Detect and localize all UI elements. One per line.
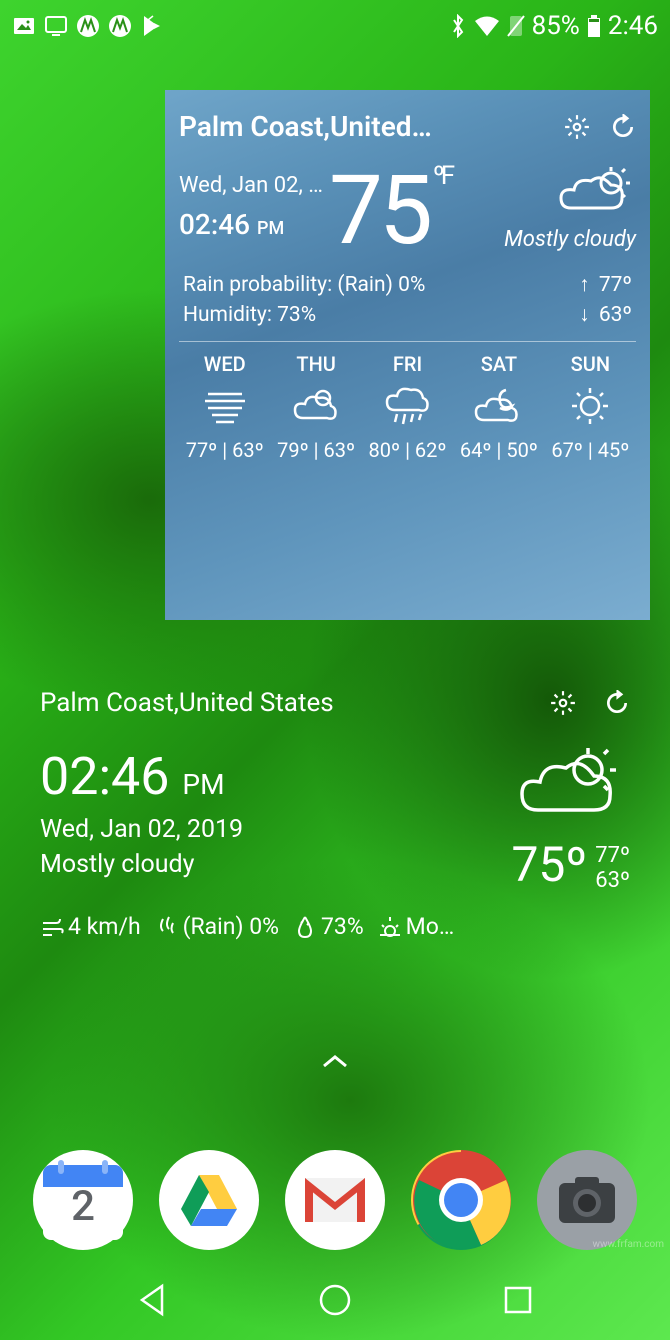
motorola-icon: [76, 14, 100, 38]
forecast-day[interactable]: FRI 80º | 62º: [362, 352, 453, 462]
camera-app[interactable]: [537, 1150, 637, 1250]
svg-text:2: 2: [71, 1182, 95, 1231]
no-sim-icon: [506, 14, 526, 38]
dock: 2: [0, 1150, 670, 1250]
low-temp: ↓ 63º: [579, 303, 632, 327]
fog-icon: [200, 384, 250, 428]
mostly-cloudy-icon: [556, 163, 636, 223]
back-button[interactable]: [134, 1282, 170, 1318]
forecast-day[interactable]: WED 77º | 63º: [179, 352, 270, 462]
sun-stat: Mo…: [378, 913, 455, 940]
location-title: Palm Coast,United…: [179, 110, 432, 143]
high-temp: 77º: [595, 843, 630, 868]
cast-icon: [44, 14, 68, 38]
wind-stat: 4 km/h: [40, 913, 141, 940]
condition-text: Mostly cloudy: [40, 850, 243, 879]
motorola-icon: [108, 14, 132, 38]
location-title: Palm Coast,United States: [40, 688, 550, 718]
drive-app[interactable]: [159, 1150, 259, 1250]
status-time: 2:46: [608, 11, 658, 41]
weather-widget-small[interactable]: Palm Coast,United States 02:46 PM Wed, J…: [40, 688, 630, 940]
rain-drop-icon: [155, 915, 179, 939]
forecast-day[interactable]: SUN 67º | 45º: [545, 352, 636, 462]
bluetooth-icon: [448, 14, 468, 38]
play-store-icon: [140, 14, 164, 38]
chrome-app[interactable]: [411, 1150, 511, 1250]
battery-icon: [586, 14, 602, 38]
gear-icon[interactable]: [550, 690, 576, 716]
date-text: Wed, Jan 02, 2019: [40, 815, 243, 844]
time-text: 02:46 PM: [40, 746, 243, 807]
partly-cloudy-icon: [291, 384, 341, 428]
night-cloudy-icon: [474, 384, 524, 428]
sunrise-icon: [378, 915, 402, 939]
watermark: www.frfam.com: [592, 1239, 664, 1250]
sun-icon: [565, 384, 615, 428]
mostly-cloudy-icon: [516, 746, 626, 826]
status-bar: 85% 2:46: [0, 0, 670, 52]
high-temp: ↑ 77º: [579, 273, 632, 297]
humidity-icon: [293, 915, 317, 939]
rain-icon: [383, 384, 433, 428]
gmail-app[interactable]: [285, 1150, 385, 1250]
weather-widget-large[interactable]: Palm Coast,United… Wed, Jan 02, … 02:46 …: [165, 90, 650, 620]
wifi-icon: [474, 14, 500, 38]
date-text: Wed, Jan 02, …: [179, 173, 323, 198]
picture-icon: [12, 14, 36, 38]
forecast-row: WED 77º | 63º THU 79º | 63º FRI 80º | 62…: [179, 352, 636, 462]
refresh-icon[interactable]: [610, 114, 636, 140]
gear-icon[interactable]: [564, 114, 590, 140]
humidity-stat: 73%: [293, 913, 364, 940]
calendar-app[interactable]: 2: [33, 1150, 133, 1250]
rain-probability: Rain probability: (Rain) 0%: [183, 273, 425, 297]
app-drawer-arrow[interactable]: [320, 1052, 350, 1072]
forecast-day[interactable]: SAT 64º | 50º: [453, 352, 544, 462]
wind-icon: [40, 915, 64, 939]
battery-percent: 85%: [532, 11, 580, 41]
time-text: 02:46 PM: [179, 208, 323, 241]
rain-stat: (Rain) 0%: [155, 913, 279, 940]
temperature-large: 75ºF: [329, 163, 451, 259]
recent-button[interactable]: [500, 1282, 536, 1318]
humidity-label: Humidity: 73%: [183, 303, 425, 327]
navigation-bar: [0, 1260, 670, 1340]
refresh-icon[interactable]: [604, 690, 630, 716]
home-button[interactable]: [317, 1282, 353, 1318]
forecast-day[interactable]: THU 79º | 63º: [270, 352, 361, 462]
low-temp: 63º: [595, 868, 630, 893]
condition-text: Mostly cloudy: [504, 227, 636, 252]
temperature-large: 75º: [511, 836, 587, 893]
